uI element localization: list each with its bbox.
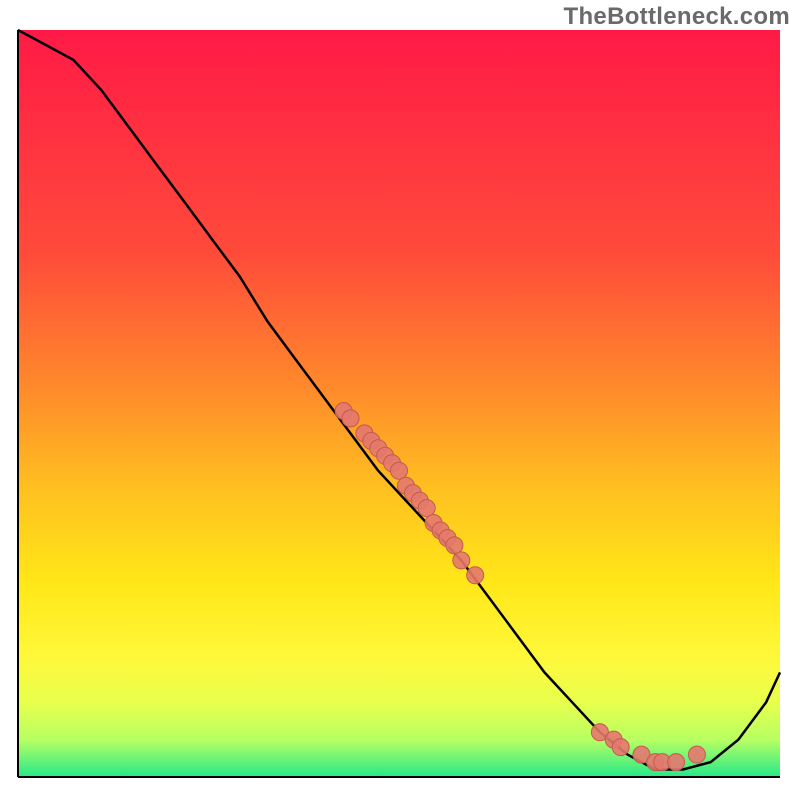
highlight-dot: [418, 500, 435, 517]
highlight-dot: [391, 462, 408, 479]
plot-background: [18, 30, 780, 777]
highlight-dot: [467, 567, 484, 584]
highlight-dot: [446, 537, 463, 554]
watermark-text: TheBottleneck.com: [564, 3, 790, 31]
highlight-dot: [688, 746, 705, 763]
highlight-dot: [342, 410, 359, 427]
highlight-dot: [612, 739, 629, 756]
highlight-dot: [668, 754, 685, 771]
chart-stage: { "watermark": { "text": "TheBottleneck.…: [0, 0, 800, 800]
highlight-dot: [453, 552, 470, 569]
chart-svg: [0, 0, 800, 800]
